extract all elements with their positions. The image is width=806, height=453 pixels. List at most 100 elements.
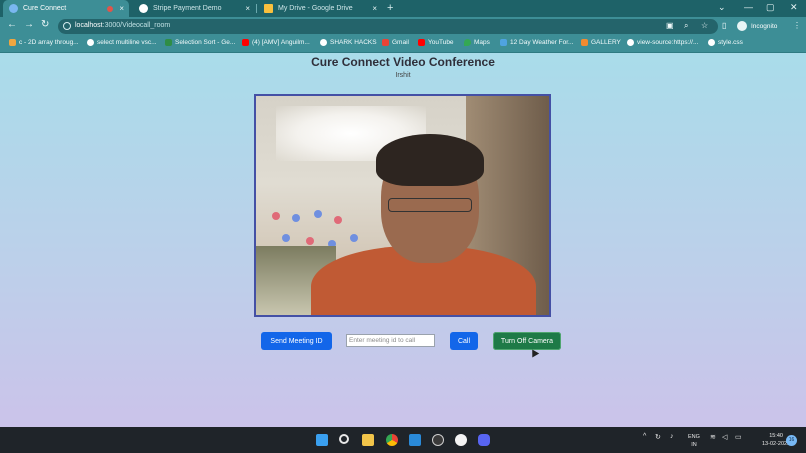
bookmark-item[interactable]: GALLERY bbox=[581, 39, 621, 46]
side-panel-icon[interactable]: ▯ bbox=[722, 21, 726, 30]
globe-icon bbox=[627, 39, 634, 46]
bookmark-item[interactable]: (4) [AMV] Anguilm... bbox=[242, 39, 310, 46]
page-title: Cure Connect Video Conference bbox=[311, 55, 495, 69]
whatsapp-icon[interactable] bbox=[455, 434, 467, 446]
language-indicator[interactable]: ENG IN bbox=[688, 433, 700, 449]
bookmark-favicon-icon bbox=[87, 39, 94, 46]
video-person-hair bbox=[376, 134, 484, 186]
tab-search-icon[interactable]: ⌄ bbox=[718, 2, 726, 13]
tab-title: Cure Connect bbox=[23, 5, 67, 12]
youtube-icon bbox=[418, 39, 425, 46]
bookmark-label: SHARK HACKS bbox=[330, 39, 377, 46]
notification-badge[interactable]: 16 bbox=[786, 435, 797, 446]
bookmark-star-icon[interactable]: ☆ bbox=[701, 21, 708, 30]
youtube-icon bbox=[242, 39, 249, 46]
bookmark-item[interactable]: 12 Day Weather For... bbox=[500, 39, 573, 46]
local-video-feed bbox=[254, 94, 551, 317]
maximize-icon[interactable]: ▢ bbox=[766, 2, 775, 13]
close-tab-icon[interactable]: × bbox=[372, 4, 377, 13]
google-drive-icon bbox=[264, 4, 273, 13]
cure-connect-favicon-icon bbox=[9, 4, 18, 13]
maps-pin-icon bbox=[464, 39, 471, 46]
video-person-glasses bbox=[388, 198, 472, 212]
search-icon[interactable] bbox=[339, 434, 349, 444]
back-arrow-icon[interactable]: ← bbox=[7, 19, 17, 30]
windows-start-icon[interactable] bbox=[316, 434, 328, 446]
bookmark-label: 12 Day Weather For... bbox=[510, 39, 574, 46]
globe-icon bbox=[320, 39, 327, 46]
turn-off-camera-button[interactable]: Turn Off Camera bbox=[493, 332, 561, 350]
zoom-icon[interactable]: ⌕ bbox=[684, 21, 688, 31]
tab-google-drive[interactable]: My Drive - Google Drive × bbox=[258, 0, 382, 17]
url-text: localhost:3000/Videocall_room bbox=[75, 22, 171, 29]
incognito-icon bbox=[737, 21, 747, 31]
close-window-icon[interactable]: ✕ bbox=[790, 2, 798, 13]
close-tab-icon[interactable]: × bbox=[245, 4, 250, 13]
volume-icon[interactable]: ◁ bbox=[722, 433, 727, 441]
new-tab-button[interactable]: + bbox=[387, 2, 393, 14]
incognito-indicator[interactable]: Incognito bbox=[737, 21, 777, 31]
wifi-icon[interactable]: ≋ bbox=[710, 433, 716, 441]
tab-title: My Drive - Google Drive bbox=[278, 5, 353, 12]
site-info-icon[interactable] bbox=[63, 22, 71, 30]
chrome-icon[interactable] bbox=[386, 434, 398, 446]
discord-icon[interactable] bbox=[478, 434, 490, 446]
browser-menu-icon[interactable]: ⋮ bbox=[793, 21, 801, 30]
bookmark-item[interactable]: Selection Sort - Ge... bbox=[165, 39, 235, 46]
weather-icon bbox=[500, 39, 507, 46]
globe-icon bbox=[139, 4, 148, 13]
bookmark-item[interactable]: select multiline vsc... bbox=[87, 39, 157, 46]
vscode-icon[interactable] bbox=[409, 434, 421, 446]
call-button[interactable]: Call bbox=[450, 332, 478, 350]
bookmarks-bar: c - 2D array throug... select multiline … bbox=[0, 36, 806, 53]
bookmark-item[interactable]: SHARK HACKS bbox=[320, 39, 377, 46]
camera-in-use-icon[interactable]: ▣ bbox=[666, 21, 674, 30]
windows-taskbar: ^ ↻ ♪ ENG IN ≋ ◁ ▭ 15:40 13-02-2022 16 bbox=[0, 427, 806, 453]
tab-stripe-payment[interactable]: Stripe Payment Demo × bbox=[133, 0, 255, 17]
region-code: IN bbox=[691, 442, 697, 448]
globe-icon bbox=[708, 39, 715, 46]
bookmark-favicon-icon bbox=[9, 39, 16, 46]
bookmark-favicon-icon bbox=[165, 39, 172, 46]
video-call-page: Cure Connect Video Conference Irshit Sen… bbox=[0, 53, 806, 427]
language-code: ENG bbox=[688, 434, 700, 440]
battery-icon[interactable]: ▭ bbox=[735, 433, 742, 441]
bookmark-label: YouTube bbox=[428, 39, 454, 46]
recording-indicator-icon bbox=[107, 5, 113, 12]
bookmark-label: style.css bbox=[718, 39, 743, 46]
bookmark-item[interactable]: Maps bbox=[464, 39, 490, 46]
send-meeting-id-button[interactable]: Send Meeting ID bbox=[261, 332, 332, 350]
meeting-id-input[interactable] bbox=[346, 334, 435, 347]
tab-divider bbox=[256, 4, 257, 13]
reload-icon[interactable]: ↻ bbox=[41, 19, 49, 30]
microphone-icon[interactable]: ♪ bbox=[670, 433, 674, 440]
bookmark-item[interactable]: c - 2D array throug... bbox=[9, 39, 79, 46]
bookmark-label: Gmail bbox=[392, 39, 409, 46]
bookmark-item[interactable]: YouTube bbox=[418, 39, 454, 46]
tray-overflow-icon[interactable]: ^ bbox=[643, 433, 646, 440]
address-bar[interactable]: localhost:3000/Videocall_room ▣ ⌕ ☆ bbox=[58, 19, 718, 34]
forward-arrow-icon[interactable]: → bbox=[24, 19, 34, 30]
bookmark-label: view-source:https://... bbox=[637, 39, 699, 46]
bookmark-label: select multiline vsc... bbox=[97, 39, 157, 46]
user-name: Irshit bbox=[395, 72, 411, 79]
minimize-icon[interactable]: — bbox=[744, 2, 753, 12]
close-tab-icon[interactable]: × bbox=[119, 4, 124, 13]
bookmark-label: c - 2D array throug... bbox=[19, 39, 79, 46]
tab-cure-connect[interactable]: Cure Connect × bbox=[3, 0, 129, 17]
bookmark-item[interactable]: Gmail bbox=[382, 39, 409, 46]
bookmark-label: Selection Sort - Ge... bbox=[175, 39, 236, 46]
gallery-icon bbox=[581, 39, 588, 46]
bookmark-item[interactable]: view-source:https://... bbox=[627, 39, 698, 46]
incognito-label: Incognito bbox=[751, 22, 778, 30]
bookmark-label: GALLERY bbox=[591, 39, 621, 46]
file-explorer-icon[interactable] bbox=[362, 434, 374, 446]
bookmark-label: (4) [AMV] Anguilm... bbox=[252, 39, 310, 46]
onedrive-sync-icon[interactable]: ↻ bbox=[655, 433, 661, 441]
obs-icon[interactable] bbox=[432, 434, 444, 446]
bookmark-item[interactable]: style.css bbox=[708, 39, 743, 46]
browser-toolbar: ← → ↻ localhost:3000/Videocall_room ▣ ⌕ … bbox=[0, 17, 806, 36]
browser-tab-strip: Cure Connect × Stripe Payment Demo × My … bbox=[0, 0, 806, 17]
gmail-icon bbox=[382, 39, 389, 46]
bookmark-label: Maps bbox=[474, 39, 490, 46]
